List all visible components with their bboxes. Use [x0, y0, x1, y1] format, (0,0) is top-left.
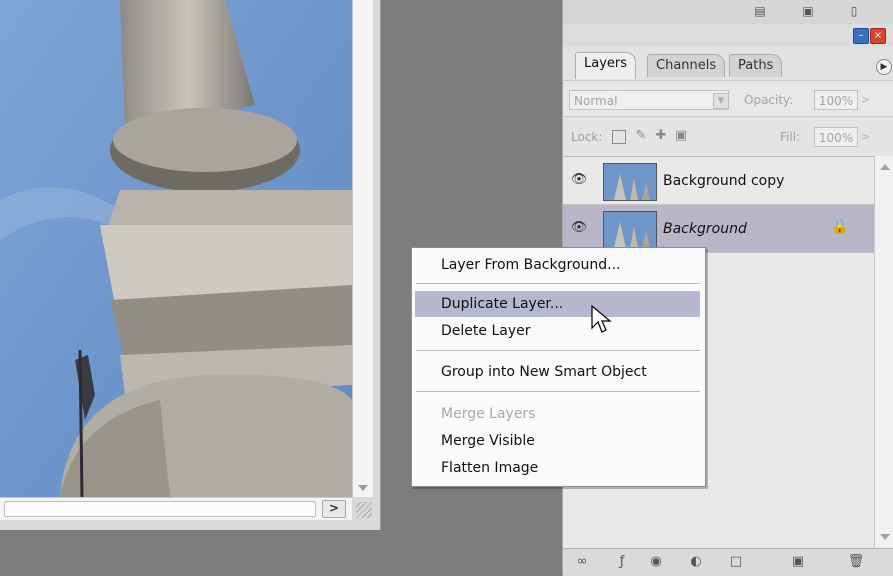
lock-all-icon[interactable]: ▣: [673, 128, 689, 144]
new-layer-icon[interactable]: ▣: [789, 554, 807, 570]
layer-thumbnail: [603, 163, 657, 201]
mouse-cursor-icon: [591, 304, 612, 333]
layer-style-icon[interactable]: ƒ: [613, 554, 631, 570]
panel-titlebar: – ×: [563, 24, 893, 46]
opacity-label: Opacity:: [744, 93, 794, 107]
menu-item-layer-from-background[interactable]: Layer From Background...: [415, 252, 700, 278]
mask-icon[interactable]: ◉: [647, 554, 665, 570]
eye-icon[interactable]: 👁: [569, 171, 589, 189]
menu-separator: [416, 350, 700, 352]
tab-channels[interactable]: Channels: [647, 54, 726, 77]
bin-icon[interactable]: ▯: [845, 4, 863, 18]
lock-move-icon[interactable]: ✚: [653, 128, 669, 144]
horizontal-scrollbar[interactable]: >: [0, 497, 352, 520]
photo-icon[interactable]: ▣: [799, 4, 817, 18]
panel-bottom-toolbar: ∞ ƒ ◉ ◐ □ ▣ 🗑: [563, 548, 893, 576]
layer-row-background[interactable]: 👁 Background 🔒: [563, 205, 874, 253]
fill-label: Fill:: [780, 130, 801, 144]
blend-opacity-row: Normal ▼ Opacity: 100% >: [563, 80, 893, 117]
layer-name[interactable]: Background: [663, 221, 747, 237]
close-button[interactable]: ×: [870, 28, 886, 44]
minimize-button[interactable]: –: [853, 28, 869, 44]
canvas-photo[interactable]: [0, 0, 352, 497]
menu-item-merge-visible[interactable]: Merge Visible: [415, 428, 700, 454]
vertical-scrollbar[interactable]: [352, 0, 373, 497]
opacity-arrow-icon[interactable]: >: [861, 93, 870, 106]
fill-input[interactable]: 100%: [814, 127, 858, 147]
lock-fill-row: Lock: ✎ ✚ ▣ Fill: 100% >: [563, 116, 893, 157]
document-window: >: [0, 0, 381, 530]
scroll-up-icon[interactable]: [880, 164, 890, 170]
blend-mode-select[interactable]: Normal ▼: [569, 90, 729, 110]
scroll-track[interactable]: [4, 501, 316, 517]
menu-item-delete-layer[interactable]: Delete Layer: [415, 318, 700, 344]
menu-separator: [416, 391, 700, 393]
panel-toolbar: ▤ ▣ ▯: [563, 0, 893, 25]
opacity-input[interactable]: 100%: [814, 90, 858, 110]
lock-label: Lock:: [571, 130, 603, 144]
lock-paint-icon[interactable]: ✎: [633, 128, 649, 144]
pagoda-image: [0, 0, 352, 497]
adjustment-icon[interactable]: ◐: [687, 554, 705, 570]
scroll-down-icon[interactable]: [358, 485, 368, 491]
trash-icon[interactable]: 🗑: [847, 554, 865, 570]
resize-grip-icon[interactable]: [356, 502, 372, 518]
menu-separator: [416, 283, 700, 285]
group-folder-icon[interactable]: □: [727, 554, 745, 570]
scroll-right-button[interactable]: >: [322, 500, 346, 518]
scroll-down-icon[interactable]: [880, 534, 890, 540]
lock-icon: 🔒: [831, 219, 849, 235]
layer-name[interactable]: Background copy: [663, 173, 784, 189]
context-menu: Layer From Background... Duplicate Layer…: [411, 247, 706, 487]
layer-thumbnail: [603, 211, 657, 249]
palette-well-icon[interactable]: ▤: [751, 4, 769, 18]
panel-tabs: Layers Channels Paths ▶: [563, 46, 893, 80]
eye-icon[interactable]: 👁: [569, 219, 589, 237]
menu-item-merge-layers: Merge Layers: [441, 406, 536, 422]
chevron-down-icon[interactable]: ▼: [713, 93, 729, 109]
menu-item-duplicate-layer[interactable]: Duplicate Layer...: [415, 291, 700, 317]
blend-mode-value: Normal: [574, 94, 618, 108]
menu-item-group-smart-object[interactable]: Group into New Smart Object: [415, 359, 700, 385]
tab-layers[interactable]: Layers: [575, 52, 637, 79]
lock-transparent-icon[interactable]: [612, 130, 626, 144]
link-icon[interactable]: ∞: [573, 554, 591, 570]
fill-arrow-icon[interactable]: >: [861, 130, 870, 143]
panel-menu-icon[interactable]: ▶: [876, 59, 892, 75]
layer-row-background-copy[interactable]: 👁 Background copy: [563, 157, 874, 205]
tab-paths[interactable]: Paths: [729, 54, 783, 77]
layers-scrollbar[interactable]: [874, 156, 893, 548]
menu-item-flatten-image[interactable]: Flatten Image: [415, 455, 700, 481]
